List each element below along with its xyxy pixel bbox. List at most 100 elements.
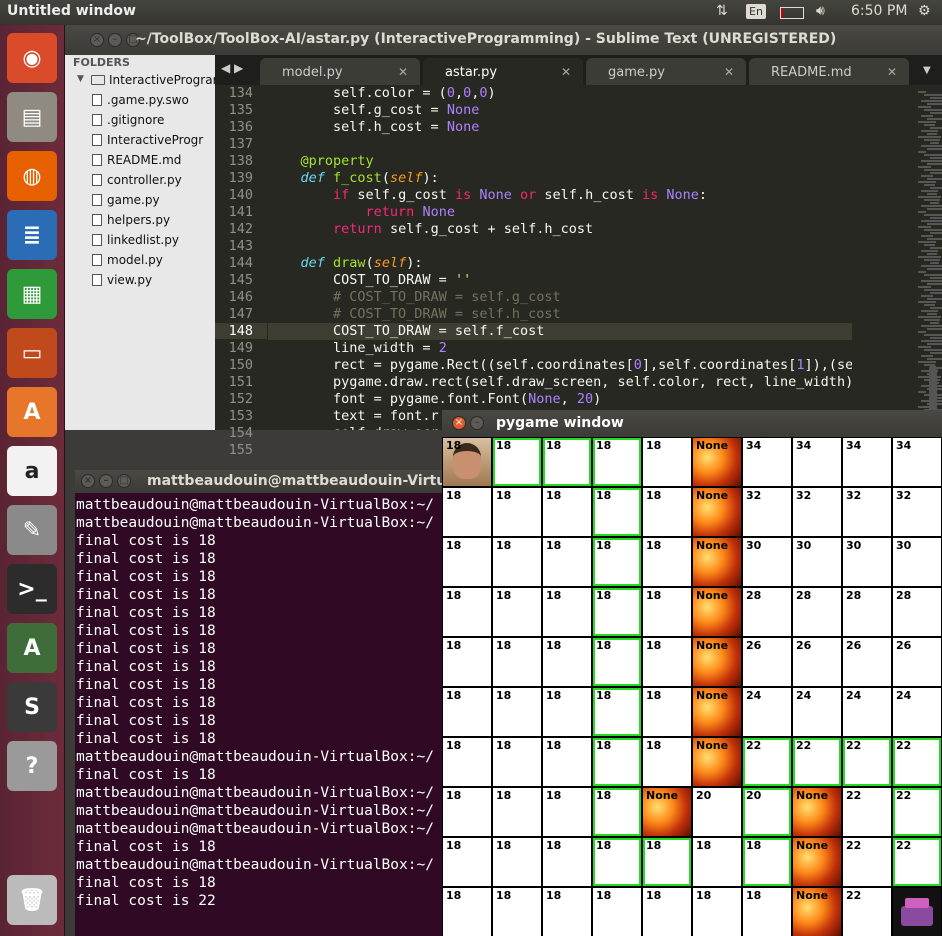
grid-cell[interactable]: 28	[743, 588, 791, 636]
writer-button[interactable]: ≣	[7, 210, 57, 260]
pygame-close-button[interactable]: ×	[452, 416, 466, 430]
sidebar-file[interactable]: model.py	[92, 253, 163, 267]
terminal-button[interactable]: >_	[7, 564, 57, 614]
tab-astar-py[interactable]: astar.py ✕	[423, 58, 583, 85]
terminal-close-button[interactable]: ×	[81, 474, 95, 488]
grid-cell[interactable]: 18	[443, 538, 491, 586]
updater-button[interactable]: A	[7, 623, 57, 673]
grid-cell[interactable]: 18	[443, 738, 491, 786]
grid-cell[interactable]: 22	[893, 738, 941, 786]
grid-cell[interactable]: 18	[593, 438, 641, 486]
sidebar-file[interactable]: helpers.py	[92, 213, 170, 227]
sidebar-file[interactable]: view.py	[92, 273, 152, 287]
tab-close-icon[interactable]: ✕	[724, 65, 734, 79]
grid-cell[interactable]: 22	[843, 738, 891, 786]
sidebar-file[interactable]: linkedlist.py	[92, 233, 179, 247]
grid-cell[interactable]: 18	[493, 638, 541, 686]
sidebar-file[interactable]: game.py	[92, 193, 160, 207]
minimize-button[interactable]: –	[108, 33, 122, 47]
files-button[interactable]: ▤	[7, 92, 57, 142]
grid-cell[interactable]: 18	[643, 438, 691, 486]
grid-cell[interactable]: 18	[543, 488, 591, 536]
grid-cell[interactable]: 18	[593, 588, 641, 636]
grid-cell[interactable]: 30	[843, 538, 891, 586]
grid-cell[interactable]: 18	[643, 538, 691, 586]
sidebar-file[interactable]: .gitignore	[92, 113, 164, 127]
grid-cell[interactable]: 26	[793, 638, 841, 686]
grid-cell[interactable]: 18	[593, 888, 641, 936]
trash-button[interactable]: 🗑︎	[7, 875, 57, 925]
grid-cell[interactable]: 18	[543, 688, 591, 736]
terminal-maximize-button[interactable]: □	[117, 474, 131, 488]
grid-cell[interactable]: 18	[543, 538, 591, 586]
tab-readme-md[interactable]: README.md ✕	[749, 58, 909, 85]
sidebar-folder[interactable]: InteractiveProgram	[109, 73, 224, 87]
grid-cell[interactable]: 18	[443, 488, 491, 536]
grid-cell[interactable]: 24	[793, 688, 841, 736]
grid-cell[interactable]: 18	[643, 888, 691, 936]
obstacle-cell[interactable]: None	[693, 538, 741, 586]
calc-button[interactable]: ▦	[7, 269, 57, 319]
folder-expand-icon[interactable]: ▼	[77, 74, 84, 84]
grid-cell[interactable]: 18	[443, 788, 491, 836]
sidebar-file[interactable]: README.md	[92, 153, 181, 167]
grid-cell[interactable]: 18	[743, 888, 791, 936]
grid-cell[interactable]: 18	[543, 788, 591, 836]
grid-cell[interactable]: 18	[493, 438, 541, 486]
obstacle-cell[interactable]: None	[793, 888, 841, 936]
sidebar-file[interactable]: controller.py	[92, 173, 182, 187]
grid-cell[interactable]: 18	[693, 888, 741, 936]
keyboard-layout-indicator[interactable]: En	[746, 4, 766, 19]
grid-cell[interactable]: 18	[543, 888, 591, 936]
power-gear-icon[interactable]: ⚙	[918, 3, 931, 19]
tab-close-icon[interactable]: ✕	[887, 65, 897, 79]
code-editor[interactable]: self.color = (0,0,0) self.g_cost = None …	[268, 85, 918, 430]
grid-cell[interactable]: 22	[893, 788, 941, 836]
grid-cell[interactable]: 34	[743, 438, 791, 486]
grid-cell[interactable]: 18	[443, 838, 491, 886]
grid-cell[interactable]: 30	[743, 538, 791, 586]
grid-cell[interactable]: 18	[593, 688, 641, 736]
grid-cell[interactable]: 30	[793, 538, 841, 586]
grid-cell[interactable]: 28	[793, 588, 841, 636]
tab-close-icon[interactable]: ✕	[561, 65, 571, 79]
grid-cell[interactable]: 18	[593, 638, 641, 686]
goal-cell[interactable]	[893, 888, 941, 936]
grid-cell[interactable]: 18	[543, 838, 591, 886]
grid-cell[interactable]: 18	[643, 588, 691, 636]
sidebar-file[interactable]: InteractiveProgr	[92, 133, 203, 147]
grid-cell[interactable]: 34	[793, 438, 841, 486]
grid-cell[interactable]: 18	[443, 888, 491, 936]
start-cell[interactable]: 18	[443, 438, 491, 486]
software-center-button[interactable]: A	[7, 387, 57, 437]
grid-cell[interactable]: 20	[693, 788, 741, 836]
grid-cell[interactable]: 18	[543, 438, 591, 486]
grid-cell[interactable]: 32	[893, 488, 941, 536]
grid-cell[interactable]: 18	[493, 488, 541, 536]
impress-button[interactable]: ▭	[7, 328, 57, 378]
grid-cell[interactable]: 18	[493, 538, 541, 586]
amazon-button[interactable]: a	[7, 446, 57, 496]
network-updown-icon[interactable]: ⇅	[716, 3, 728, 19]
close-button[interactable]: ×	[90, 33, 104, 47]
grid-cell[interactable]: 18	[593, 538, 641, 586]
clock[interactable]: 6:50 PM	[851, 3, 907, 19]
grid-cell[interactable]: 34	[843, 438, 891, 486]
grid-cell[interactable]: 18	[593, 838, 641, 886]
grid-cell[interactable]: 18	[593, 788, 641, 836]
grid-cell[interactable]: 20	[743, 788, 791, 836]
volume-icon[interactable]: 🔊︎	[816, 3, 825, 19]
grid-cell[interactable]: 18	[593, 738, 641, 786]
settings-button[interactable]: ✎	[7, 505, 57, 555]
grid-cell[interactable]: 18	[493, 788, 541, 836]
grid-cell[interactable]: 24	[743, 688, 791, 736]
grid-cell[interactable]: 18	[643, 638, 691, 686]
astar-grid[interactable]: 18 18 18 18 18 None 34 34 34 34 18 18 18 18 18 None 32 32…	[442, 437, 942, 936]
grid-cell[interactable]: 18	[443, 688, 491, 736]
grid-cell[interactable]: 18	[493, 588, 541, 636]
grid-cell[interactable]: 18	[493, 688, 541, 736]
sublime-button[interactable]: S	[7, 682, 57, 732]
obstacle-cell[interactable]: None	[693, 488, 741, 536]
sidebar-file[interactable]: .game.py.swo	[92, 93, 189, 107]
grid-cell[interactable]: 18	[743, 838, 791, 886]
